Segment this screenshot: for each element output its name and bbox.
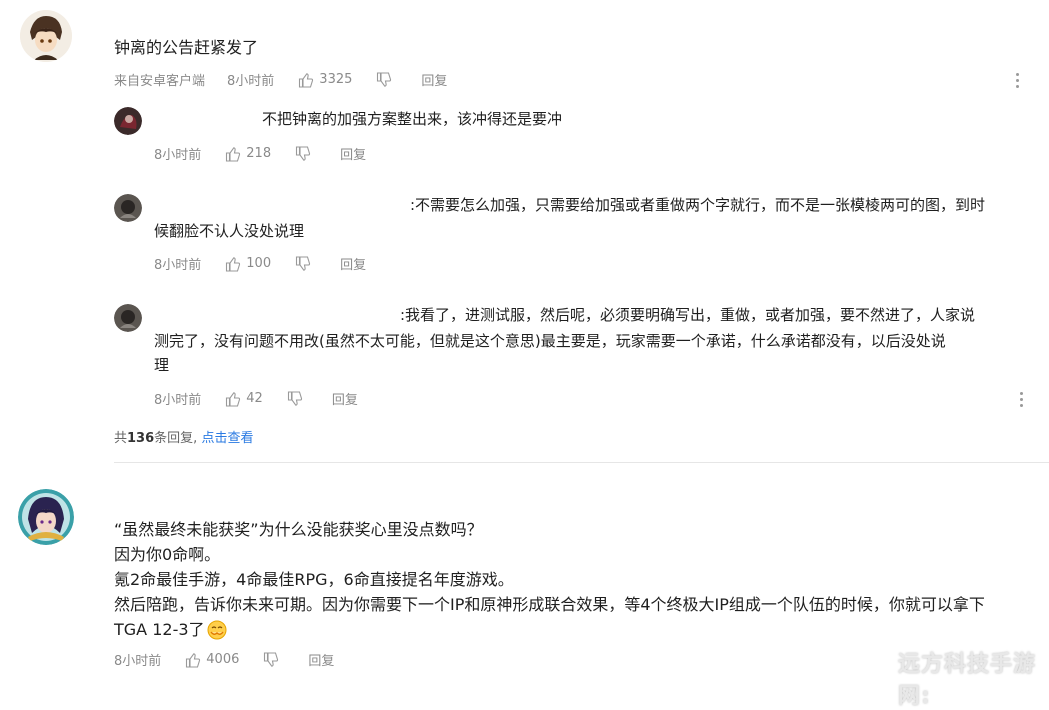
thumbs-down-icon [296, 145, 311, 161]
like-count: 4006 [206, 652, 240, 667]
reply-meta: 8小时前 100 回复 [154, 254, 388, 273]
comment-text: 因为你0命啊。 [114, 545, 221, 564]
reply-meta: 8小时前 218 回复 [154, 144, 388, 163]
thumbs-up-icon [226, 146, 241, 162]
reply-text: 不把钟离的加强方案整出来，该冲得还是要冲 [262, 110, 563, 128]
thumbs-up-icon [299, 72, 314, 88]
reply-avatar[interactable] [114, 107, 142, 135]
thumbs-down-icon [264, 651, 279, 667]
reply-text: 测完了，没有问题不用改(虽然不太可能，但就是这个意思)最主要是，玩家需要一个承诺… [154, 332, 946, 350]
thumbs-up-icon [226, 391, 241, 407]
like-count: 218 [246, 146, 272, 161]
reply-avatar[interactable] [114, 304, 142, 332]
reply-text: :我看了，进测试服，然后呢，必须要明确写出，重做，或者加强，要不然进了，人家说 [400, 306, 976, 324]
comment-text: 然后陪跑，告诉你未来可期。因为你需要下一个IP和原神形成联合效果，等4个终极大I… [114, 595, 985, 614]
divider [114, 462, 1049, 463]
thumbs-down-icon [287, 390, 302, 406]
like-count: 3325 [319, 72, 353, 87]
more-vertical-icon[interactable] [1014, 70, 1020, 91]
dislike-button[interactable] [295, 255, 316, 272]
more-vertical-icon[interactable] [1018, 389, 1024, 410]
reply-summary-suffix: 条回复, [154, 431, 198, 446]
emoji-icon [207, 620, 227, 640]
source-label: 来自安卓客户端 [114, 74, 206, 89]
like-button[interactable]: 218 [225, 146, 271, 162]
dislike-button[interactable] [287, 390, 308, 407]
timestamp: 8小时前 [227, 74, 275, 89]
reply-summary-prefix: 共 [114, 431, 128, 446]
thumbs-down-icon [377, 71, 392, 87]
reply-button[interactable]: 回复 [421, 70, 447, 89]
dislike-button[interactable] [376, 71, 397, 88]
like-count: 42 [246, 391, 263, 406]
like-button[interactable]: 100 [225, 256, 271, 272]
like-button[interactable]: 42 [225, 391, 263, 407]
like-count: 100 [246, 256, 272, 271]
thumbs-up-icon [226, 256, 241, 272]
reply-text: 候翻脸不认人没处说理 [154, 222, 305, 240]
avatar[interactable] [18, 489, 74, 545]
reply-text: 理 [154, 356, 170, 374]
comment-meta: 8小时前 4006 回复 [114, 650, 356, 669]
reply-button[interactable]: 回复 [340, 254, 366, 273]
thumbs-down-icon [296, 255, 311, 271]
reply-count: 136 [127, 431, 155, 446]
comment-text: “虽然最终未能获奖”为什么没能获奖心里没点数吗？ [114, 520, 483, 539]
like-button[interactable]: 4006 [185, 652, 239, 668]
dislike-button[interactable] [295, 145, 316, 162]
thumbs-up-icon [186, 652, 201, 668]
reply-text: :不需要怎么加强，只需要给加强或者重做两个字就行，而不是一张模棱两可的图，到时 [410, 196, 986, 214]
reply-button[interactable]: 回复 [332, 389, 358, 408]
reply-avatar[interactable] [114, 194, 142, 222]
timestamp: 8小时前 [114, 654, 162, 669]
timestamp: 8小时前 [154, 393, 202, 408]
reply-meta: 8小时前 42 回复 [154, 389, 380, 408]
reply-button[interactable]: 回复 [340, 144, 366, 163]
comment-text: 钟离的公告赶紧发了 [114, 38, 259, 57]
comment-text: TGA 12-3了 [114, 620, 205, 639]
dislike-button[interactable] [263, 651, 284, 668]
comment-text-last: TGA 12-3了 [114, 619, 227, 641]
watermark: 远方科技手游网: [898, 652, 1037, 709]
timestamp: 8小时前 [154, 148, 202, 163]
reply-summary: 共136条回复, 点击查看 [114, 427, 253, 446]
timestamp: 8小时前 [154, 258, 202, 273]
avatar[interactable] [20, 10, 72, 62]
view-replies-link[interactable]: 点击查看 [201, 431, 253, 446]
comment-text: 氪2命最佳手游，4命最佳RPG，6命直接提名年度游戏。 [114, 570, 514, 589]
like-button[interactable]: 3325 [298, 72, 352, 88]
reply-button[interactable]: 回复 [308, 650, 334, 669]
comment-meta: 来自安卓客户端 8小时前 3325 回复 [114, 70, 469, 89]
